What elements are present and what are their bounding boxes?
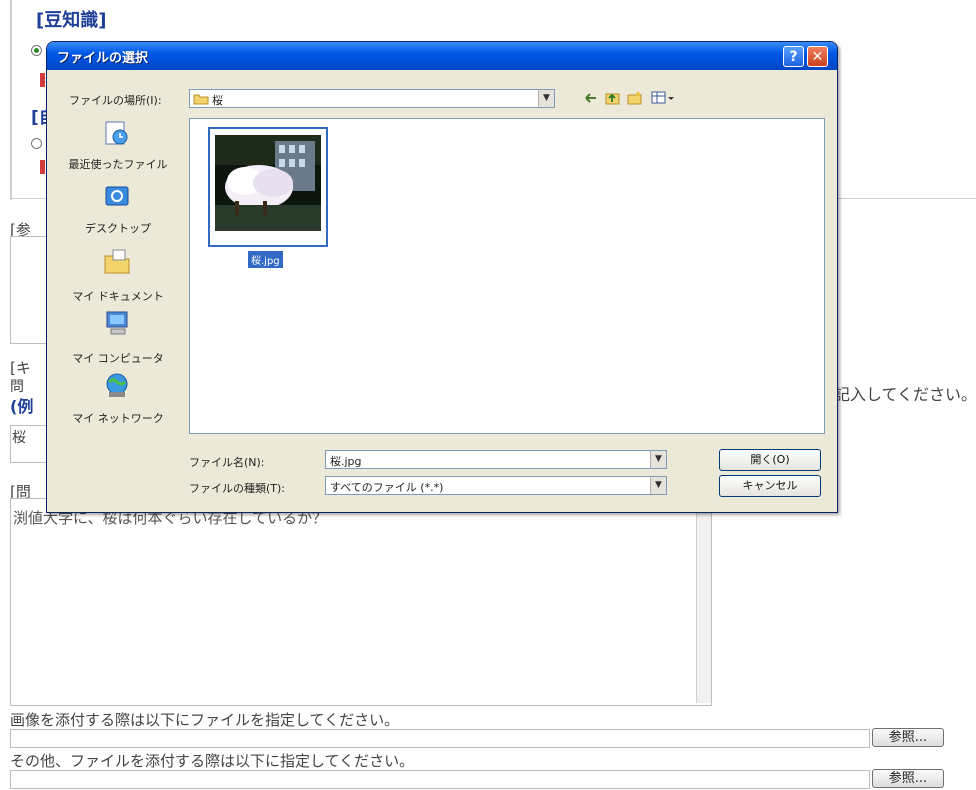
question-scrollbar[interactable] xyxy=(696,499,711,703)
filetype-select[interactable]: すべてのファイル (*.*) ▼ xyxy=(325,476,667,495)
lookin-select[interactable]: 桜 ▼ xyxy=(189,89,555,108)
keyword-note: 記入してください。 xyxy=(834,385,976,404)
cherry-blossom-photo xyxy=(215,135,321,231)
filename-label: ファイル名(N): xyxy=(189,456,265,469)
recent-documents-icon xyxy=(105,121,128,145)
my-network-icon xyxy=(106,373,128,397)
image-attach-label: 画像を添付する際は以下にファイルを指定してください。 xyxy=(10,711,400,729)
image-file-input[interactable] xyxy=(10,729,870,748)
question-textarea[interactable]: 渕値大学に、桜は何本ぐらい存在しているか？ xyxy=(10,498,712,706)
close-button[interactable]: ✕ xyxy=(807,46,828,67)
file-select-dialog: ファイルの選択 ? ✕ ファイルの場所(I): 桜 ▼ 最近使ったファイル デス… xyxy=(46,41,838,513)
dialog-title: ファイルの選択 xyxy=(57,51,149,66)
lookin-value: 桜 xyxy=(212,94,223,107)
desktop-icon xyxy=(105,186,129,206)
file-list[interactable]: 桜.jpg xyxy=(189,118,825,434)
keyword-example: (例 xyxy=(10,397,34,416)
cancel-button[interactable]: キャンセル xyxy=(719,475,821,497)
filetype-dropdown-arrow[interactable]: ▼ xyxy=(650,477,666,494)
required-mark xyxy=(40,160,45,174)
lookin-label: ファイルの場所(I): xyxy=(69,94,162,107)
my-documents-icon xyxy=(104,249,130,274)
frame-border-left xyxy=(10,0,12,200)
help-button[interactable]: ? xyxy=(783,46,804,67)
filetype-label: ファイルの種類(T): xyxy=(189,482,286,495)
filename-value: 桜.jpg xyxy=(330,455,362,468)
file-thumbnail[interactable] xyxy=(208,127,328,247)
image-browse-button[interactable]: 参照... xyxy=(872,728,944,747)
my-computer-icon xyxy=(106,311,128,335)
view-menu-icon[interactable] xyxy=(651,90,675,106)
other-file-input[interactable] xyxy=(10,770,870,789)
dialog-titlebar[interactable]: ファイルの選択 ? ✕ xyxy=(47,42,837,70)
back-icon[interactable] xyxy=(583,90,599,106)
radio-option-2[interactable] xyxy=(31,138,42,149)
required-mark xyxy=(40,73,45,87)
radio-option-1[interactable] xyxy=(31,45,42,56)
folder-icon xyxy=(193,94,209,105)
filename-dropdown-arrow[interactable]: ▼ xyxy=(650,451,666,468)
up-folder-icon[interactable] xyxy=(605,90,621,106)
other-browse-button[interactable]: 参照... xyxy=(872,769,944,788)
keyword-value: 桜 xyxy=(12,430,26,446)
filename-input[interactable]: 桜.jpg ▼ xyxy=(325,450,667,469)
file-attach-label: その他、ファイルを添付する際は以下に指定してください。 xyxy=(10,752,415,770)
sankou-textarea[interactable] xyxy=(10,236,51,344)
keyword-label: [キ xyxy=(10,359,31,377)
new-folder-icon[interactable] xyxy=(627,90,643,106)
lookin-dropdown-arrow[interactable]: ▼ xyxy=(538,90,554,107)
places-bar: 最近使ったファイル デスクトップ マイ ドキュメント マイ コンピュータ マイ … xyxy=(59,114,177,434)
filetype-value: すべてのファイル (*.*) xyxy=(330,481,444,494)
section-heading-mame: [豆知識] xyxy=(36,10,107,31)
open-button[interactable]: 開く(O) xyxy=(719,449,821,471)
file-name-label[interactable]: 桜.jpg xyxy=(248,251,283,268)
